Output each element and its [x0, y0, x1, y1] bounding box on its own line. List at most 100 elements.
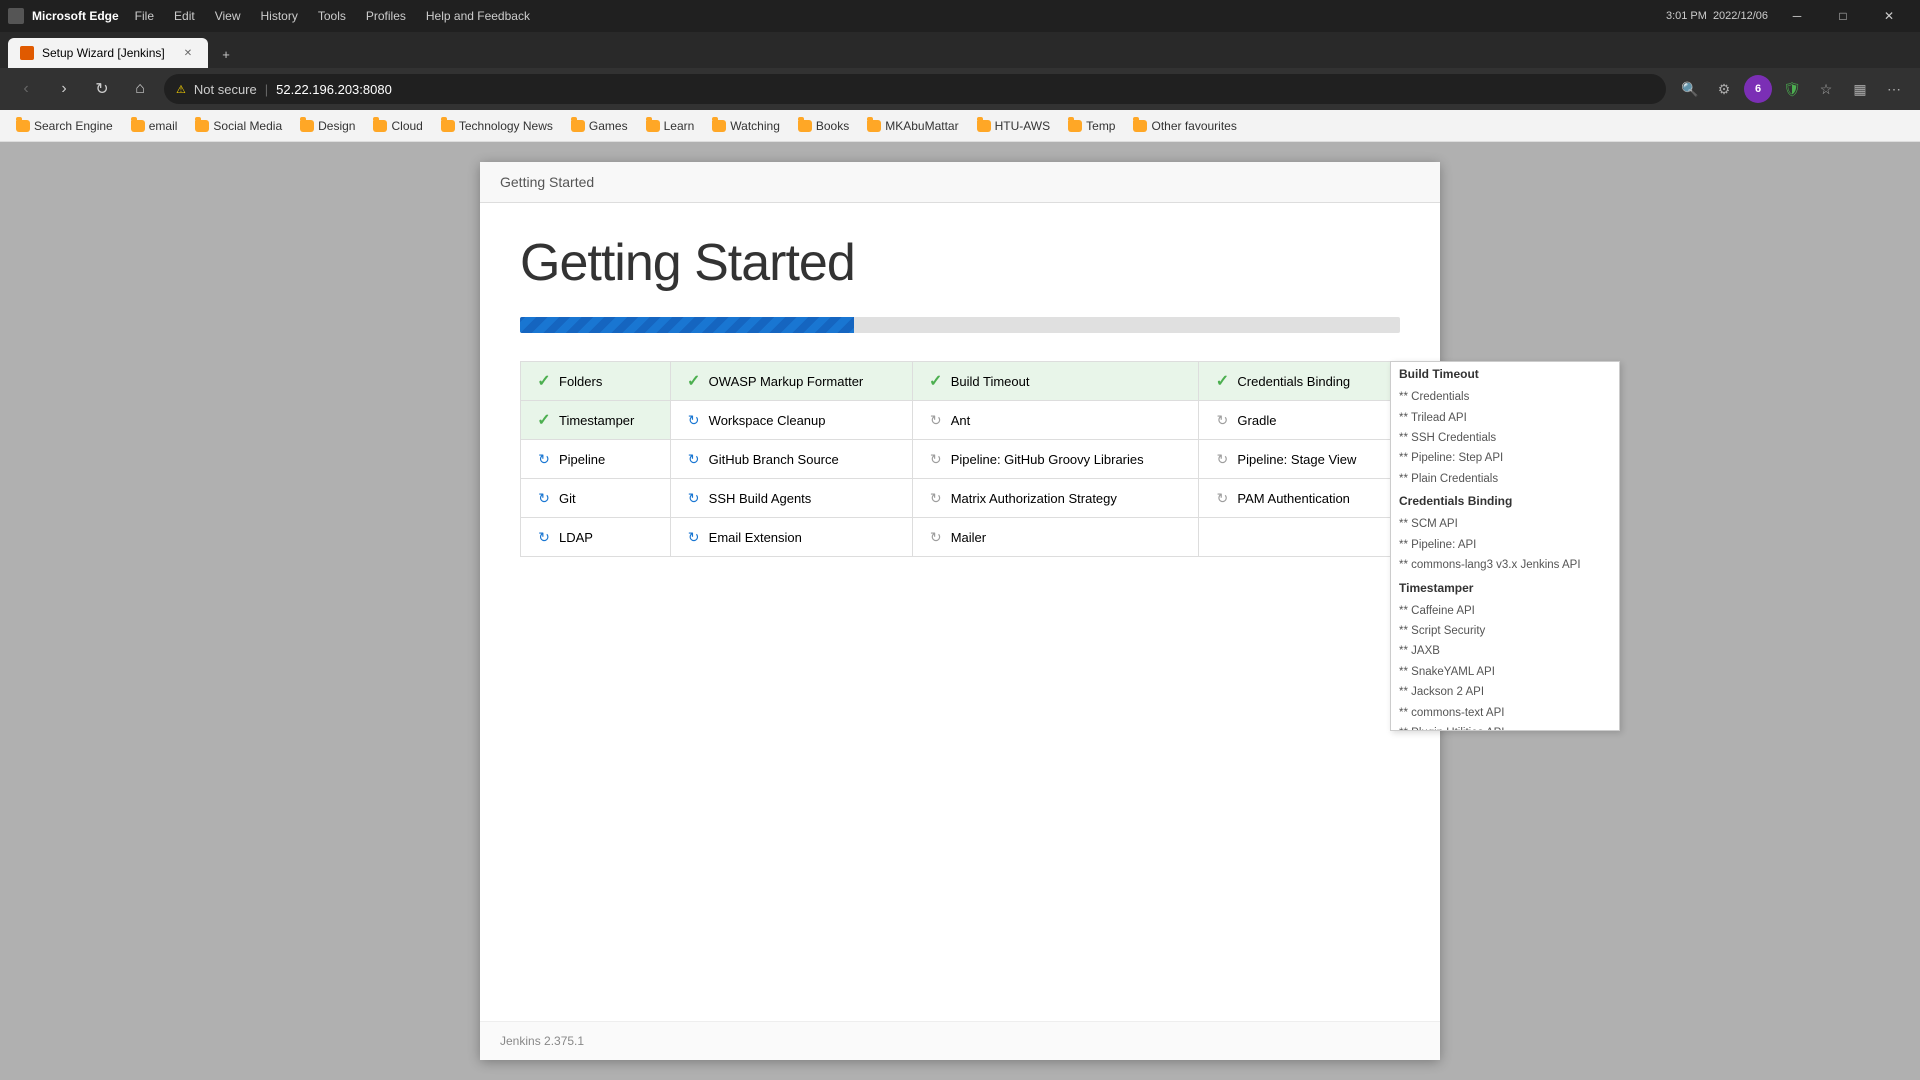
- plugin-name: Timestamper: [559, 413, 634, 428]
- bookmark-watching[interactable]: Watching: [704, 116, 788, 136]
- bookmark-design[interactable]: Design: [292, 116, 363, 136]
- refresh-button[interactable]: ↻: [88, 75, 116, 103]
- tooltip-section-credentials: Credentials Binding: [1391, 489, 1619, 514]
- menu-help[interactable]: Help and Feedback: [418, 7, 538, 25]
- table-row: ✓ Timestamper ↻ Workspace Cleanup: [521, 401, 1400, 440]
- menu-history[interactable]: History: [253, 7, 306, 25]
- address-text[interactable]: 52.22.196.203:8080: [276, 82, 1654, 97]
- cell-content: ✓ Folders: [535, 372, 656, 390]
- plugin-name: Email Extension: [709, 530, 802, 545]
- plugin-table: ✓ Folders ✓ OWASP Markup Formatter: [520, 361, 1400, 557]
- home-button[interactable]: ⌂: [126, 75, 154, 103]
- bookmark-temp[interactable]: Temp: [1060, 116, 1123, 136]
- maximize-button[interactable]: □: [1820, 0, 1866, 32]
- extension-icon[interactable]: 🛡: [1778, 75, 1806, 103]
- tooltip-item: ** commons-text API: [1391, 703, 1619, 723]
- bookmark-label: Watching: [730, 119, 780, 133]
- bookmark-tech-news[interactable]: Technology News: [433, 116, 561, 136]
- table-cell-email-extension: ↻ Email Extension: [670, 518, 912, 557]
- folder-icon: [16, 120, 30, 132]
- security-label: Not secure: [194, 82, 257, 97]
- jenkins-body: Getting Started ✓ Folders: [480, 203, 1440, 1021]
- bookmark-mkabumattar[interactable]: MKAbuMattar: [859, 116, 966, 136]
- tooltip-item: ** Jackson 2 API: [1391, 682, 1619, 702]
- sync-icon: ↻: [927, 450, 945, 468]
- bookmark-label: Search Engine: [34, 119, 113, 133]
- bookmark-learn[interactable]: Learn: [638, 116, 703, 136]
- bookmark-email[interactable]: email: [123, 116, 186, 136]
- table-cell-ssh-build-agents: ↻ SSH Build Agents: [670, 479, 912, 518]
- tooltip-item: ** JAXB: [1391, 641, 1619, 661]
- tooltip-item: ** Script Security: [1391, 621, 1619, 641]
- progress-bar-background: [520, 317, 1400, 333]
- menu-profiles[interactable]: Profiles: [358, 7, 414, 25]
- cell-content: ↻ Pipeline: [535, 450, 656, 468]
- folder-icon: [571, 120, 585, 132]
- menu-bar: File Edit View History Tools Profiles He…: [127, 7, 538, 25]
- table-cell-matrix-auth: ↻ Matrix Authorization Strategy: [912, 479, 1199, 518]
- plugin-name: Mailer: [951, 530, 986, 545]
- check-icon: ✓: [1213, 372, 1231, 390]
- folder-icon: [300, 120, 314, 132]
- active-tab[interactable]: Setup Wizard [Jenkins] ✕: [8, 38, 208, 68]
- sync-icon: ↻: [535, 528, 553, 546]
- system-time: 3:01 PM: [1666, 10, 1707, 22]
- bookmark-cloud[interactable]: Cloud: [365, 116, 430, 136]
- bookmark-htu-aws[interactable]: HTU-AWS: [969, 116, 1059, 136]
- plugin-name: PAM Authentication: [1237, 491, 1350, 506]
- plugin-name: Pipeline: GitHub Groovy Libraries: [951, 452, 1144, 467]
- tab-title: Setup Wizard [Jenkins]: [42, 46, 172, 60]
- sync-icon: ↻: [927, 411, 945, 429]
- bookmark-other[interactable]: Other favourites: [1125, 116, 1244, 136]
- table-cell-workspace-cleanup: ↻ Workspace Cleanup: [670, 401, 912, 440]
- folder-icon: [867, 120, 881, 132]
- cell-content: ↻ GitHub Branch Source: [685, 450, 898, 468]
- progress-container: [520, 317, 1400, 333]
- menu-file[interactable]: File: [127, 7, 162, 25]
- folder-icon: [977, 120, 991, 132]
- bookmark-label: Design: [318, 119, 355, 133]
- table-cell-empty: [1199, 518, 1400, 557]
- bookmark-social-media[interactable]: Social Media: [187, 116, 290, 136]
- plugin-name: Ant: [951, 413, 971, 428]
- forward-button[interactable]: ›: [50, 75, 78, 103]
- table-row: ✓ Folders ✓ OWASP Markup Formatter: [521, 362, 1400, 401]
- profile-icon[interactable]: 6: [1744, 75, 1772, 103]
- close-button[interactable]: ✕: [1866, 0, 1912, 32]
- bookmark-games[interactable]: Games: [563, 116, 636, 136]
- bookmark-label: Books: [816, 119, 849, 133]
- tooltip-item: ** SnakeYAML API: [1391, 662, 1619, 682]
- cell-content: ↻ Gradle: [1213, 411, 1385, 429]
- minimize-button[interactable]: ─: [1774, 0, 1820, 32]
- tab-close-button[interactable]: ✕: [180, 45, 196, 61]
- tooltip-item: ** commons-lang3 v3.x Jenkins API: [1391, 555, 1619, 575]
- settings-icon[interactable]: ⚙: [1710, 75, 1738, 103]
- table-cell-ant: ↻ Ant: [912, 401, 1199, 440]
- more-tools-icon[interactable]: ⋯: [1880, 75, 1908, 103]
- system-date: 2022/12/06: [1713, 10, 1768, 22]
- table-cell-owasp: ✓ OWASP Markup Formatter: [670, 362, 912, 401]
- address-bar: ‹ › ↻ ⌂ ⚠ Not secure | 52.22.196.203:808…: [0, 68, 1920, 110]
- bookmark-books[interactable]: Books: [790, 116, 857, 136]
- collections-icon[interactable]: ▦: [1846, 75, 1874, 103]
- bookmark-search-engine[interactable]: Search Engine: [8, 116, 121, 136]
- favorites-icon[interactable]: ☆: [1812, 75, 1840, 103]
- table-cell-build-timeout: ✓ Build Timeout: [912, 362, 1199, 401]
- sync-icon: ↻: [535, 450, 553, 468]
- lock-icon: ⚠: [176, 83, 186, 96]
- address-box[interactable]: ⚠ Not secure | 52.22.196.203:8080: [164, 74, 1666, 104]
- search-icon[interactable]: 🔍: [1676, 75, 1704, 103]
- menu-tools[interactable]: Tools: [310, 7, 354, 25]
- menu-edit[interactable]: Edit: [166, 7, 203, 25]
- sync-icon: ↻: [1213, 489, 1231, 507]
- bookmark-label: Cloud: [391, 119, 422, 133]
- bookmark-label: Games: [589, 119, 628, 133]
- new-tab-button[interactable]: +: [212, 40, 240, 68]
- titlebar-right: 3:01 PM 2022/12/06 ─ □ ✕: [1666, 0, 1912, 32]
- folder-icon: [798, 120, 812, 132]
- folder-icon: [1133, 120, 1147, 132]
- back-button[interactable]: ‹: [12, 75, 40, 103]
- cell-content: ↻ Email Extension: [685, 528, 898, 546]
- table-cell-gradle: ↻ Gradle: [1199, 401, 1400, 440]
- menu-view[interactable]: View: [207, 7, 249, 25]
